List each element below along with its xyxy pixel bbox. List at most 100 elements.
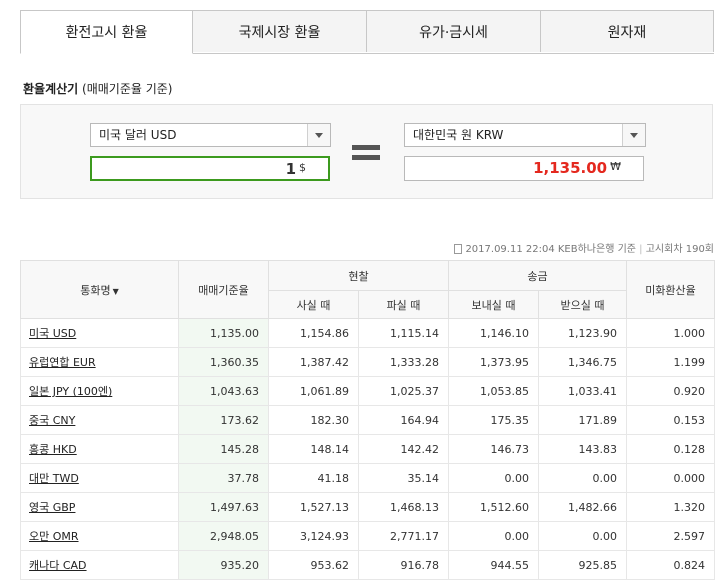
calculator-subtitle: (매매기준율 기준): [82, 82, 173, 96]
base-rate-cell: 935.20: [178, 550, 269, 580]
to-amount-value: 1,135.00: [533, 159, 608, 177]
header-send: 보내실 때: [448, 290, 539, 319]
currency-link[interactable]: 중국 CNY: [29, 414, 75, 427]
exchange-rate-table: 통화명 ▼ 매매기준율 현찰 송금 미화환산율 사실 때 파실 때 보내실 때 받…: [20, 260, 715, 580]
currency-link[interactable]: 일본 JPY (100엔): [29, 385, 112, 398]
currency-link[interactable]: 대만 TWD: [29, 472, 79, 485]
tab-raw-materials[interactable]: 원자재: [541, 10, 714, 52]
tab-oil-gold[interactable]: 유가·금시세: [367, 10, 541, 52]
usd-rate-cell: 1.000: [626, 318, 715, 348]
table-row: 캐나다 CAD 935.20 953.62 916.78 944.55 925.…: [20, 550, 715, 580]
currency-link[interactable]: 캐나다 CAD: [29, 559, 87, 572]
from-currency-label: 미국 달러 USD: [99, 128, 177, 142]
table-row: 홍콩 HKD 145.28 148.14 142.42 146.73 143.8…: [20, 434, 715, 464]
chevron-down-icon[interactable]: [622, 124, 645, 146]
cash-buy-cell: 1,154.86: [268, 318, 359, 348]
receive-cell: 171.89: [538, 405, 627, 435]
chevron-down-icon[interactable]: [307, 124, 330, 146]
cash-sell-cell: 1,115.14: [358, 318, 449, 348]
currency-name-cell: 일본 JPY (100엔): [20, 376, 179, 406]
send-cell: 0.00: [448, 463, 539, 493]
to-amount-output: 1,135.00 ₩: [404, 156, 644, 181]
table-row: 영국 GBP 1,497.63 1,527.13 1,468.13 1,512.…: [20, 492, 715, 522]
equals-icon: [352, 145, 380, 161]
send-cell: 1,146.10: [448, 318, 539, 348]
to-currency-label: 대한민국 원 KRW: [413, 128, 504, 142]
document-icon: [454, 244, 463, 254]
send-cell: 1,373.95: [448, 347, 539, 377]
receive-cell: 1,033.41: [538, 376, 627, 406]
calculator-title: 환율계산기 (매매기준율 기준): [23, 80, 173, 97]
send-cell: 944.55: [448, 550, 539, 580]
currency-name-cell: 미국 USD: [20, 318, 179, 348]
base-rate-cell: 2,948.05: [178, 521, 269, 551]
cash-sell-cell: 35.14: [358, 463, 449, 493]
currency-link[interactable]: 미국 USD: [29, 327, 76, 340]
send-cell: 1,512.60: [448, 492, 539, 522]
header-receive: 받으실 때: [538, 290, 627, 319]
header-cash: 현찰: [268, 260, 449, 291]
cash-buy-cell: 182.30: [268, 405, 359, 435]
currency-name-cell: 홍콩 HKD: [20, 434, 179, 464]
currency-link[interactable]: 홍콩 HKD: [29, 443, 77, 456]
meta-date-text: 2017.09.11 22:04 KEB하나은행 기준: [465, 244, 636, 255]
cash-sell-cell: 1,468.13: [358, 492, 449, 522]
usd-rate-cell: 0.824: [626, 550, 715, 580]
cash-sell-cell: 1,025.37: [358, 376, 449, 406]
currency-name-cell: 대만 TWD: [20, 463, 179, 493]
to-currency-select[interactable]: 대한민국 원 KRW: [404, 123, 646, 147]
usd-rate-cell: 2.597: [626, 521, 715, 551]
table-row: 일본 JPY (100엔) 1,043.63 1,061.89 1,025.37…: [20, 376, 715, 406]
send-cell: 0.00: [448, 521, 539, 551]
usd-rate-cell: 0.000: [626, 463, 715, 493]
dollar-unit: $: [299, 161, 306, 174]
base-rate-cell: 37.78: [178, 463, 269, 493]
currency-name-cell: 중국 CNY: [20, 405, 179, 435]
cash-sell-cell: 916.78: [358, 550, 449, 580]
tab-exchange-notice[interactable]: 환전고시 환율: [20, 10, 193, 54]
usd-rate-cell: 0.153: [626, 405, 715, 435]
cash-sell-cell: 142.42: [358, 434, 449, 464]
cash-sell-cell: 1,333.28: [358, 347, 449, 377]
send-cell: 175.35: [448, 405, 539, 435]
cash-sell-cell: 164.94: [358, 405, 449, 435]
header-currency[interactable]: 통화명 ▼: [20, 260, 179, 319]
tab-bar: 환전고시 환율 국제시장 환율 유가·금시세 원자재: [20, 10, 714, 54]
from-currency-select[interactable]: 미국 달러 USD: [90, 123, 331, 147]
table-row: 중국 CNY 173.62 182.30 164.94 175.35 171.8…: [20, 405, 715, 435]
sort-down-icon[interactable]: ▼: [113, 287, 119, 296]
table-row: 오만 OMR 2,948.05 3,124.93 2,771.17 0.00 0…: [20, 521, 715, 551]
table-row: 미국 USD 1,135.00 1,154.86 1,115.14 1,146.…: [20, 318, 715, 348]
usd-rate-cell: 0.920: [626, 376, 715, 406]
table-row: 유럽연합 EUR 1,360.35 1,387.42 1,333.28 1,37…: [20, 347, 715, 377]
cash-buy-cell: 1,527.13: [268, 492, 359, 522]
cash-buy-cell: 1,061.89: [268, 376, 359, 406]
header-cash-buy: 사실 때: [268, 290, 359, 319]
receive-cell: 0.00: [538, 463, 627, 493]
receive-cell: 0.00: [538, 521, 627, 551]
cash-sell-cell: 2,771.17: [358, 521, 449, 551]
currency-link[interactable]: 유럽연합 EUR: [29, 356, 96, 369]
receive-cell: 925.85: [538, 550, 627, 580]
header-base-rate: 매매기준율: [178, 260, 269, 319]
cash-buy-cell: 3,124.93: [268, 521, 359, 551]
meta-round-text: 고시회차 190회: [645, 244, 714, 255]
tab-international-market[interactable]: 국제시장 환율: [193, 10, 367, 52]
currency-link[interactable]: 영국 GBP: [29, 501, 75, 514]
base-rate-cell: 1,043.63: [178, 376, 269, 406]
currency-name-cell: 캐나다 CAD: [20, 550, 179, 580]
cash-buy-cell: 41.18: [268, 463, 359, 493]
from-amount-input[interactable]: 1 $: [90, 156, 330, 181]
currency-name-cell: 유럽연합 EUR: [20, 347, 179, 377]
receive-cell: 143.83: [538, 434, 627, 464]
base-rate-cell: 145.28: [178, 434, 269, 464]
base-rate-cell: 1,135.00: [178, 318, 269, 348]
calculator-title-main: 환율계산기: [23, 82, 79, 96]
won-unit: ₩: [610, 160, 621, 173]
send-cell: 146.73: [448, 434, 539, 464]
cash-buy-cell: 148.14: [268, 434, 359, 464]
cash-buy-cell: 1,387.42: [268, 347, 359, 377]
currency-link[interactable]: 오만 OMR: [29, 530, 79, 543]
base-rate-cell: 1,360.35: [178, 347, 269, 377]
send-cell: 1,053.85: [448, 376, 539, 406]
